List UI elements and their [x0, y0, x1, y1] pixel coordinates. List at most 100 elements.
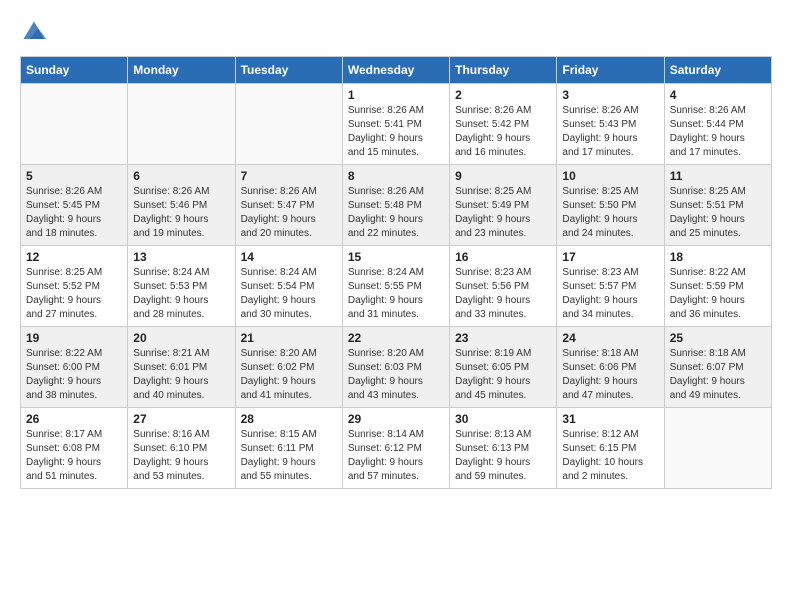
day-number: 13: [133, 250, 229, 264]
day-number: 18: [670, 250, 766, 264]
day-cell: 18 Sunrise: 8:22 AM Sunset: 5:59 PM Dayli…: [664, 246, 771, 327]
day-info: Sunrise: 8:16 AM Sunset: 6:10 PM Dayligh…: [133, 428, 229, 484]
day-cell: 11Sunrise: 8:25 AM Sunset: 5:51 PM Dayli…: [664, 165, 771, 246]
day-info: Sunrise: 8:26 AM Sunset: 5:45 PM Dayligh…: [26, 185, 122, 241]
week-row-5: 26Sunrise: 8:17 AM Sunset: 6:08 PM Dayli…: [21, 408, 772, 489]
header: [0, 0, 792, 56]
day-number: 8: [348, 169, 444, 183]
day-cell: 25 Sunrise: 8:18 AM Sunset: 6:07 PM Dayli…: [664, 327, 771, 408]
week-row-1: 1 Sunrise: 8:26 AM Sunset: 5:41 PM Daylig…: [21, 84, 772, 165]
day-info: Sunrise: 8:22 AM Sunset: 5:59 PM Dayligh…: [670, 266, 766, 322]
day-cell: 5Sunrise: 8:26 AM Sunset: 5:45 PM Daylig…: [21, 165, 128, 246]
day-info: Sunrise: 8:12 AM Sunset: 6:15 PM Dayligh…: [562, 428, 658, 484]
logo-icon: [20, 18, 48, 46]
day-info: Sunrise: 8:22 AM Sunset: 6:00 PM Dayligh…: [26, 347, 122, 403]
day-cell: 20 Sunrise: 8:21 AM Sunset: 6:01 PM Dayli…: [128, 327, 235, 408]
day-info: Sunrise: 8:15 AM Sunset: 6:11 PM Dayligh…: [241, 428, 337, 484]
day-info: Sunrise: 8:21 AM Sunset: 6:01 PM Dayligh…: [133, 347, 229, 403]
day-number: 17: [562, 250, 658, 264]
day-info: Sunrise: 8:20 AM Sunset: 6:02 PM Dayligh…: [241, 347, 337, 403]
day-cell: 9Sunrise: 8:25 AM Sunset: 5:49 PM Daylig…: [450, 165, 557, 246]
day-cell: 31 Sunrise: 8:12 AM Sunset: 6:15 PM Dayli…: [557, 408, 664, 489]
day-info: Sunrise: 8:26 AM Sunset: 5:42 PM Dayligh…: [455, 104, 551, 160]
day-info: Sunrise: 8:23 AM Sunset: 5:56 PM Dayligh…: [455, 266, 551, 322]
day-info: Sunrise: 8:24 AM Sunset: 5:53 PM Dayligh…: [133, 266, 229, 322]
day-number: 14: [241, 250, 337, 264]
day-info: Sunrise: 8:23 AM Sunset: 5:57 PM Dayligh…: [562, 266, 658, 322]
day-number: 20: [133, 331, 229, 345]
day-cell: 26Sunrise: 8:17 AM Sunset: 6:08 PM Dayli…: [21, 408, 128, 489]
day-number: 27: [133, 412, 229, 426]
day-number: 31: [562, 412, 658, 426]
calendar-wrapper: SundayMondayTuesdayWednesdayThursdayFrid…: [0, 56, 792, 499]
weekday-tuesday: Tuesday: [235, 57, 342, 84]
day-number: 7: [241, 169, 337, 183]
weekday-friday: Friday: [557, 57, 664, 84]
day-number: 25: [670, 331, 766, 345]
day-number: 30: [455, 412, 551, 426]
day-cell: 6 Sunrise: 8:26 AM Sunset: 5:46 PM Daylig…: [128, 165, 235, 246]
day-cell: 3 Sunrise: 8:26 AM Sunset: 5:43 PM Daylig…: [557, 84, 664, 165]
day-info: Sunrise: 8:20 AM Sunset: 6:03 PM Dayligh…: [348, 347, 444, 403]
day-number: 21: [241, 331, 337, 345]
weekday-saturday: Saturday: [664, 57, 771, 84]
day-info: Sunrise: 8:24 AM Sunset: 5:54 PM Dayligh…: [241, 266, 337, 322]
day-cell: 10Sunrise: 8:25 AM Sunset: 5:50 PM Dayli…: [557, 165, 664, 246]
day-cell: 28 Sunrise: 8:15 AM Sunset: 6:11 PM Dayli…: [235, 408, 342, 489]
week-row-4: 19Sunrise: 8:22 AM Sunset: 6:00 PM Dayli…: [21, 327, 772, 408]
week-row-2: 5Sunrise: 8:26 AM Sunset: 5:45 PM Daylig…: [21, 165, 772, 246]
day-number: 4: [670, 88, 766, 102]
day-cell: 29 Sunrise: 8:14 AM Sunset: 6:12 PM Dayli…: [342, 408, 449, 489]
day-number: 1: [348, 88, 444, 102]
logo: [20, 18, 52, 46]
day-info: Sunrise: 8:26 AM Sunset: 5:41 PM Dayligh…: [348, 104, 444, 160]
day-cell: 12Sunrise: 8:25 AM Sunset: 5:52 PM Dayli…: [21, 246, 128, 327]
day-info: Sunrise: 8:24 AM Sunset: 5:55 PM Dayligh…: [348, 266, 444, 322]
day-info: Sunrise: 8:18 AM Sunset: 6:07 PM Dayligh…: [670, 347, 766, 403]
day-number: 16: [455, 250, 551, 264]
day-info: Sunrise: 8:19 AM Sunset: 6:05 PM Dayligh…: [455, 347, 551, 403]
day-number: 24: [562, 331, 658, 345]
day-info: Sunrise: 8:26 AM Sunset: 5:44 PM Dayligh…: [670, 104, 766, 160]
day-number: 9: [455, 169, 551, 183]
day-cell: [664, 408, 771, 489]
day-number: 12: [26, 250, 122, 264]
day-number: 23: [455, 331, 551, 345]
day-cell: 7Sunrise: 8:26 AM Sunset: 5:47 PM Daylig…: [235, 165, 342, 246]
day-info: Sunrise: 8:26 AM Sunset: 5:48 PM Dayligh…: [348, 185, 444, 241]
weekday-wednesday: Wednesday: [342, 57, 449, 84]
day-info: Sunrise: 8:26 AM Sunset: 5:43 PM Dayligh…: [562, 104, 658, 160]
calendar-table: SundayMondayTuesdayWednesdayThursdayFrid…: [20, 56, 772, 489]
day-cell: [235, 84, 342, 165]
page: SundayMondayTuesdayWednesdayThursdayFrid…: [0, 0, 792, 612]
day-cell: 23 Sunrise: 8:19 AM Sunset: 6:05 PM Dayli…: [450, 327, 557, 408]
day-cell: 27 Sunrise: 8:16 AM Sunset: 6:10 PM Dayli…: [128, 408, 235, 489]
day-number: 3: [562, 88, 658, 102]
day-cell: [128, 84, 235, 165]
day-number: 22: [348, 331, 444, 345]
day-info: Sunrise: 8:25 AM Sunset: 5:50 PM Dayligh…: [562, 185, 658, 241]
week-row-3: 12Sunrise: 8:25 AM Sunset: 5:52 PM Dayli…: [21, 246, 772, 327]
day-cell: 4 Sunrise: 8:26 AM Sunset: 5:44 PM Daylig…: [664, 84, 771, 165]
day-number: 15: [348, 250, 444, 264]
day-cell: 8 Sunrise: 8:26 AM Sunset: 5:48 PM Daylig…: [342, 165, 449, 246]
weekday-monday: Monday: [128, 57, 235, 84]
day-cell: 15 Sunrise: 8:24 AM Sunset: 5:55 PM Dayli…: [342, 246, 449, 327]
weekday-header-row: SundayMondayTuesdayWednesdayThursdayFrid…: [21, 57, 772, 84]
day-number: 26: [26, 412, 122, 426]
day-cell: 14 Sunrise: 8:24 AM Sunset: 5:54 PM Dayli…: [235, 246, 342, 327]
day-number: 11: [670, 169, 766, 183]
day-number: 28: [241, 412, 337, 426]
weekday-thursday: Thursday: [450, 57, 557, 84]
day-info: Sunrise: 8:14 AM Sunset: 6:12 PM Dayligh…: [348, 428, 444, 484]
day-cell: 24 Sunrise: 8:18 AM Sunset: 6:06 PM Dayli…: [557, 327, 664, 408]
day-number: 2: [455, 88, 551, 102]
day-number: 6: [133, 169, 229, 183]
day-cell: [21, 84, 128, 165]
day-number: 29: [348, 412, 444, 426]
day-info: Sunrise: 8:18 AM Sunset: 6:06 PM Dayligh…: [562, 347, 658, 403]
day-info: Sunrise: 8:26 AM Sunset: 5:46 PM Dayligh…: [133, 185, 229, 241]
day-info: Sunrise: 8:13 AM Sunset: 6:13 PM Dayligh…: [455, 428, 551, 484]
day-cell: 13 Sunrise: 8:24 AM Sunset: 5:53 PM Dayli…: [128, 246, 235, 327]
day-cell: 21 Sunrise: 8:20 AM Sunset: 6:02 PM Dayli…: [235, 327, 342, 408]
